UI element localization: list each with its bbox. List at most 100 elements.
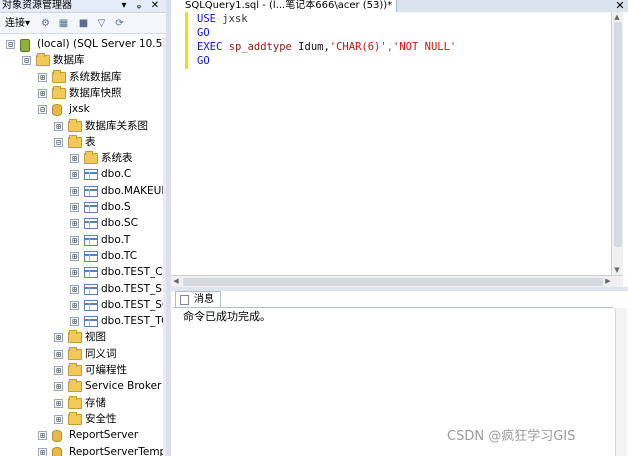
tree-node[interactable]: ⊞ dbo.TEST_C: [0, 265, 166, 281]
tree-node[interactable]: ⊞ ReportServerTempD: [0, 445, 166, 456]
tree-node[interactable]: ⊞ dbo.MAKEUP: [0, 184, 166, 200]
tree-node[interactable]: ⊞ 存储: [0, 395, 166, 412]
collapse-icon[interactable]: ⊟: [6, 40, 15, 49]
disconnect-icon[interactable]: ▦: [58, 18, 69, 29]
code-line-3: EXEC sp_addtype Idum,'CHAR(6)','NOT NULL…: [197, 40, 456, 54]
scroll-right-icon[interactable]: ▶: [603, 276, 613, 286]
tree-node-label: dbo.T: [101, 233, 131, 246]
expand-icon[interactable]: ⊞: [70, 300, 79, 310]
expand-icon[interactable]: ⊞: [54, 414, 63, 424]
code-line-1: USE jxsk: [197, 12, 248, 26]
expand-icon[interactable]: ⊞: [70, 186, 79, 196]
tree-node[interactable]: ⊟ (local) (SQL Server 10.50.16: [0, 37, 166, 53]
folder-icon: [68, 395, 82, 409]
object-explorer-toolbar: 连接▾ ⚙ ▦ ■ ▽ ⟳: [0, 14, 166, 34]
expand-icon[interactable]: ⊞: [70, 268, 79, 278]
connect-object-icon[interactable]: ⚙: [40, 18, 51, 29]
tree-node[interactable]: ⊞ 视图: [0, 330, 166, 346]
expand-icon[interactable]: ⊞: [38, 447, 47, 456]
scroll-thumb[interactable]: [183, 278, 603, 286]
expand-icon[interactable]: ⊞: [70, 203, 79, 212]
expand-icon[interactable]: ⊞: [70, 219, 79, 229]
expand-icon[interactable]: ⊞: [70, 170, 79, 180]
tree-node[interactable]: ⊞ dbo.T: [0, 233, 166, 249]
stop-icon[interactable]: ■: [78, 18, 89, 29]
scroll-left-icon[interactable]: ◀: [171, 276, 181, 286]
expand-icon[interactable]: ⊞: [70, 235, 79, 245]
table-icon: [84, 250, 98, 262]
keyword: USE: [197, 13, 216, 25]
tab-close-icon[interactable]: ✕: [614, 0, 626, 12]
change-tracking-bar: [185, 12, 188, 69]
sql-editor[interactable]: USE jxsk GO EXEC sp_addtype Idum,'CHAR(6…: [171, 12, 611, 287]
expand-icon[interactable]: ⊞: [54, 398, 63, 408]
tree-node[interactable]: ⊞ dbo.TEST_TC: [0, 314, 166, 330]
editor-margin: [171, 12, 185, 287]
object-explorer-titlebar: 对象资源管理器 ▾ ᵩ ✕: [0, 0, 166, 13]
tree-node-label: ReportServerTempD: [69, 445, 166, 456]
collapse-icon[interactable]: ⊟: [54, 137, 63, 147]
expand-icon[interactable]: ⊞: [70, 154, 79, 164]
tab-sqlquery1[interactable]: SQLQuery1.sql - (l...笔记本666\acer (53))*: [171, 0, 398, 12]
keyword: GO: [197, 55, 210, 67]
database-icon: [52, 446, 62, 456]
tree-node[interactable]: ⊞ 安全性: [0, 411, 166, 428]
tree-node[interactable]: ⊞ 同义词: [0, 346, 166, 363]
scroll-thumb[interactable]: [614, 22, 622, 247]
tree-node-label: dbo.C: [101, 168, 132, 181]
expand-icon[interactable]: ⊞: [54, 121, 63, 131]
object-explorer-panel: 对象资源管理器 ▾ ᵩ ✕ 连接▾ ⚙ ▦ ■ ▽ ⟳ ⊟ (local) (SQ…: [0, 0, 166, 456]
messages-icon: [180, 295, 189, 305]
expand-icon[interactable]: ⊞: [54, 349, 63, 359]
expand-icon[interactable]: ⊞: [70, 317, 79, 327]
folder-icon: [68, 346, 82, 360]
collapse-icon[interactable]: ⊟: [38, 105, 47, 115]
tree-node-label: 系统数据库: [69, 70, 122, 83]
expand-icon[interactable]: ⊞: [54, 366, 63, 375]
tree-node-label: Service Broker: [85, 380, 162, 393]
tree-node[interactable]: ⊞ dbo.TEST_SC: [0, 298, 166, 314]
tree-node[interactable]: ⊞ dbo.S: [0, 200, 166, 216]
editor-horizontal-scrollbar[interactable]: ◀ ▶: [171, 275, 623, 287]
results-scrollbar[interactable]: [615, 308, 627, 456]
tree-node[interactable]: ⊟ 表: [0, 134, 166, 151]
tree-node[interactable]: ⊞ dbo.C: [0, 167, 166, 183]
tree-node-label: 表: [85, 135, 96, 148]
expand-icon[interactable]: ⊞: [38, 72, 47, 82]
collapse-icon[interactable]: ⊟: [22, 56, 31, 66]
expand-icon[interactable]: ⊞: [38, 431, 47, 441]
scroll-down-icon[interactable]: ▼: [612, 265, 622, 275]
close-icon[interactable]: ✕: [149, 0, 161, 12]
scroll-up-icon[interactable]: ▲: [612, 12, 622, 22]
tree-node[interactable]: ⊞ Service Broker: [0, 379, 166, 395]
auto-hide-pin-icon[interactable]: ᵩ: [133, 0, 145, 12]
tree-node[interactable]: ⊟ jxsk: [0, 102, 166, 118]
table-icon: [84, 234, 98, 246]
expand-icon[interactable]: ⊞: [38, 88, 47, 98]
tree-node[interactable]: ⊞ 数据库快照: [0, 85, 166, 102]
tree-node[interactable]: ⊞ dbo.SC: [0, 216, 166, 232]
tree-node[interactable]: ⊞ 系统数据库: [0, 69, 166, 86]
tree-node-label: 数据库关系图: [85, 119, 148, 132]
refresh-icon[interactable]: ⟳: [114, 18, 125, 29]
expand-icon[interactable]: ⊞: [54, 333, 63, 343]
server-icon: [20, 39, 30, 52]
folder-icon: [68, 411, 82, 425]
window-position-icon[interactable]: ▾: [118, 0, 130, 12]
expand-icon[interactable]: ⊞: [70, 284, 79, 294]
tree-node[interactable]: ⊞ 系统表: [0, 151, 166, 167]
tree-node[interactable]: ⊞ dbo.TC: [0, 249, 166, 265]
tree-node[interactable]: ⊞ ReportServer: [0, 428, 166, 444]
expand-icon[interactable]: ⊞: [70, 251, 79, 261]
connect-button[interactable]: 连接▾: [5, 18, 30, 30]
tree-node[interactable]: ⊞ 数据库关系图: [0, 118, 166, 135]
filter-icon[interactable]: ▽: [96, 18, 107, 29]
editor-vertical-scrollbar[interactable]: ▲ ▼: [611, 12, 623, 275]
expand-icon[interactable]: ⊞: [54, 382, 63, 392]
tree-node[interactable]: ⊞ dbo.TEST_S: [0, 282, 166, 298]
tree-node-label: dbo.TEST_S: [101, 282, 162, 295]
tree-node-label: 数据库快照: [69, 86, 122, 99]
tab-messages[interactable]: 消息: [175, 291, 221, 307]
tree-node[interactable]: ⊟ 数据库: [0, 53, 166, 69]
tree-node[interactable]: ⊞ 可编程性: [0, 363, 166, 379]
